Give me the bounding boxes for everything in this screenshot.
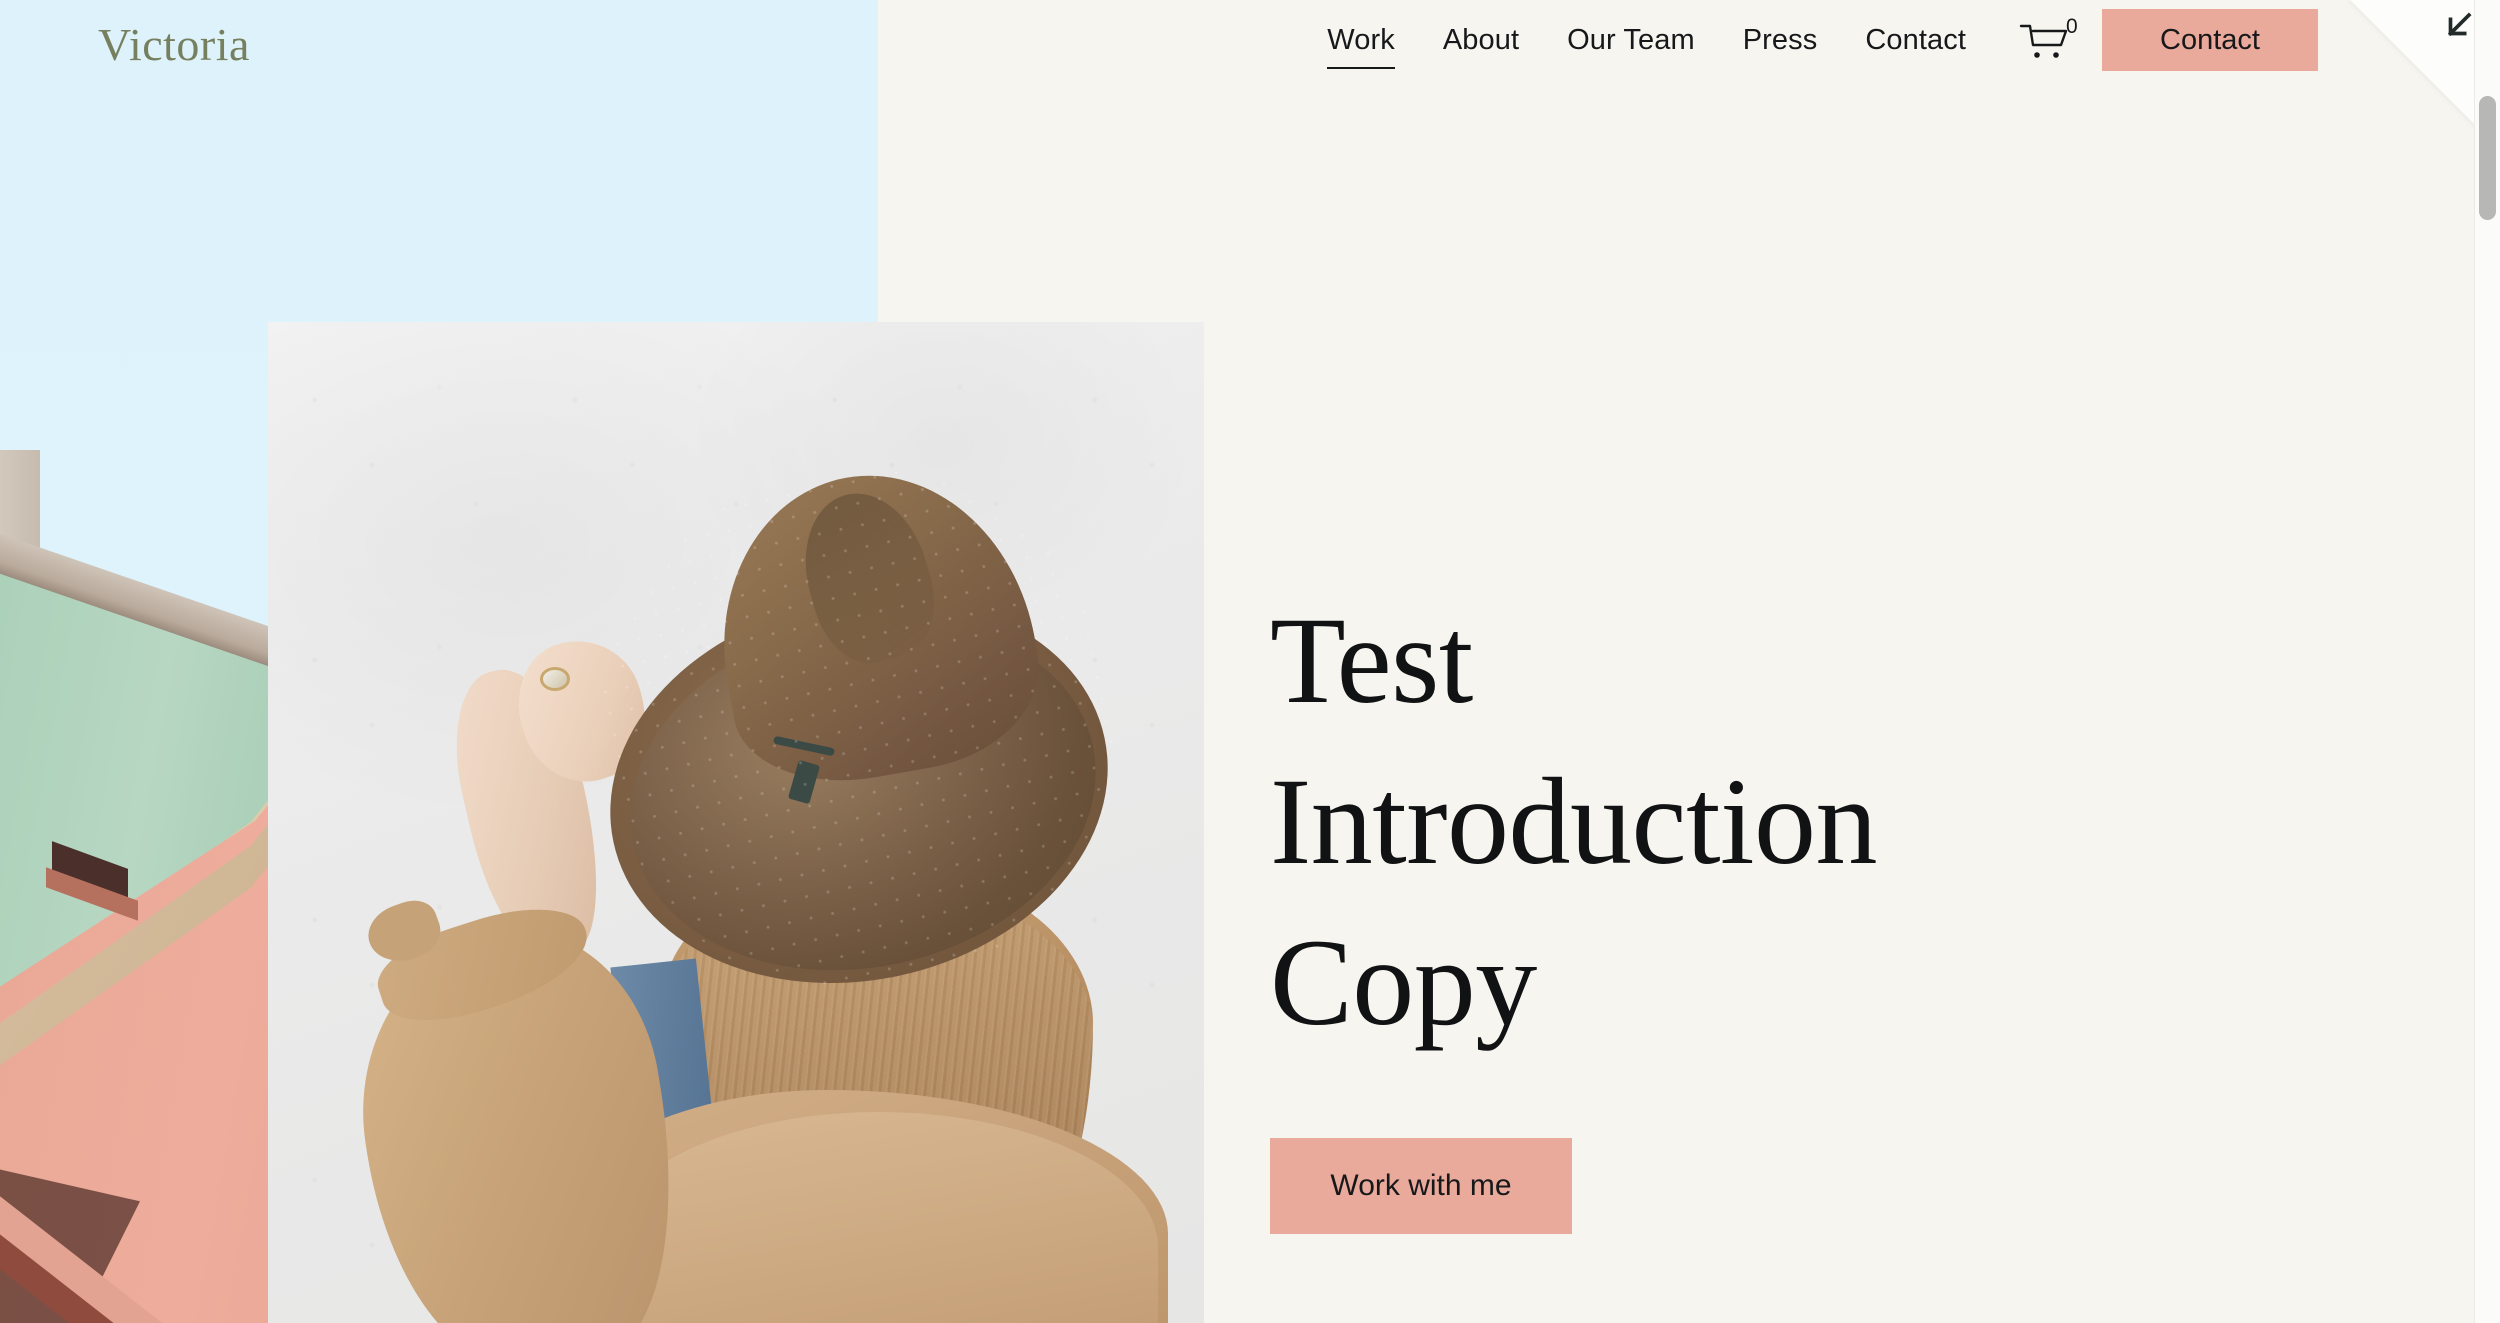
hero-title: Test Introduction Copy [1270,580,1877,1064]
hero-title-line-1: Test [1270,592,1473,729]
nav-item-work[interactable]: Work [1303,24,1419,69]
nav-item-our-team[interactable]: Our Team [1543,24,1719,57]
work-with-me-button[interactable]: Work with me [1270,1137,1572,1234]
cart-count-badge: 0 [2066,15,2078,38]
site-logo[interactable]: Victoria [98,18,250,71]
hero-text-block: Test Introduction Copy Work with me [1270,580,1877,1234]
site-header: Victoria Work About Our Team Press Conta… [0,0,2500,80]
ring-jewelry [540,667,570,691]
nav-item-press[interactable]: Press [1719,24,1842,57]
shopping-cart-icon[interactable]: 0 [2016,15,2078,63]
nav-item-about[interactable]: About [1419,24,1543,57]
page-scrollbar-thumb[interactable] [2479,96,2496,220]
contact-button[interactable]: Contact [2102,9,2318,71]
nav-item-contact[interactable]: Contact [1841,24,1990,57]
hero-title-line-3: Copy [1270,914,1537,1052]
page-scrollbar-track[interactable] [2474,0,2500,1323]
page-viewport: Victoria Work About Our Team Press Conta… [0,0,2500,1323]
hero-title-line-2: Introduction [1270,753,1877,891]
main-navigation: Work About Our Team Press Contact 0 Cont… [1303,0,2318,80]
hero-portrait-photo [268,322,1204,1323]
